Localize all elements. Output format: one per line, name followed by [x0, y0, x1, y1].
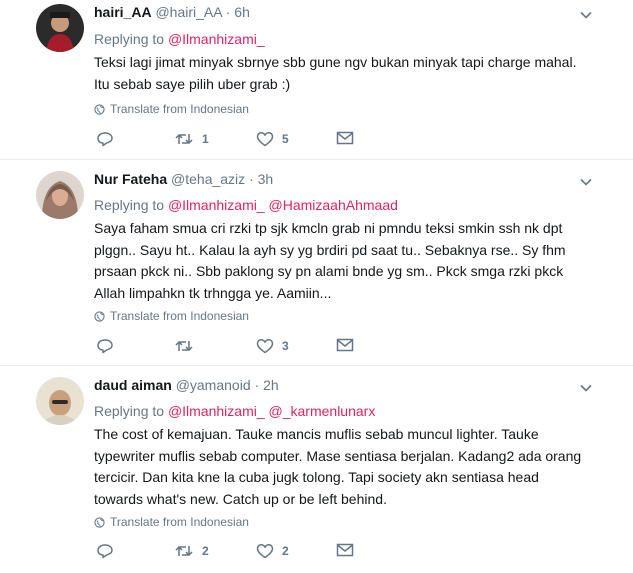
- message-button[interactable]: [336, 543, 354, 557]
- chevron-down-icon[interactable]: [579, 175, 593, 189]
- tweet[interactable]: Nur Fateha @teha_aziz · 3h Replying to @…: [0, 160, 633, 366]
- translate-label: Translate from Indonesian: [110, 102, 249, 116]
- display-name[interactable]: daud aiman: [94, 377, 172, 393]
- tweet-text-line: Teksi lagi jimat minyak sbrnye sbb gune …: [94, 54, 577, 70]
- tweet[interactable]: daud aiman @yamanoid · 2h Replying to @I…: [0, 366, 633, 573]
- reply-button[interactable]: [96, 131, 122, 147]
- translate-label: Translate from Indonesian: [110, 515, 249, 529]
- tweet-actions: 2 2: [96, 543, 376, 563]
- retweet-icon: [175, 341, 193, 351]
- reply-button[interactable]: [96, 543, 122, 559]
- mention-link[interactable]: @Ilmanhizami_: [168, 197, 265, 213]
- message-icon: [336, 131, 354, 145]
- tweet-text: The cost of kemajuan. Tauke mancis mufli…: [94, 424, 614, 510]
- replying-to: Replying to @Ilmanhizami_ @HamizaahAhmaa…: [94, 197, 398, 213]
- mention-link[interactable]: @_karmenlunarx: [269, 403, 376, 419]
- display-name[interactable]: hairi_AA: [94, 4, 152, 20]
- retweet-icon: [175, 134, 193, 144]
- like-button[interactable]: 3: [256, 338, 289, 354]
- mention-link[interactable]: @Ilmanhizami_: [168, 403, 265, 419]
- replying-label: Replying to: [94, 403, 165, 419]
- tweet-text-line: Saya faham smua cri rzki tp sjk kmcln gr…: [94, 220, 563, 236]
- replying-label: Replying to: [94, 197, 165, 213]
- user-handle[interactable]: @teha_aziz: [171, 171, 245, 187]
- user-handle[interactable]: @yamanoid: [176, 377, 251, 393]
- separator: ·: [254, 377, 260, 393]
- tweet-text-line: Itu sebab saye pilih uber grab :): [94, 75, 291, 92]
- reply-icon: [97, 339, 113, 354]
- like-count: 3: [282, 339, 289, 353]
- message-button[interactable]: [336, 131, 354, 145]
- tweet-text: Teksi lagi jimat minyak sbrnye sbb gune …: [94, 52, 614, 95]
- avatar[interactable]: [36, 377, 84, 425]
- avatar[interactable]: [36, 4, 84, 52]
- translate-link[interactable]: Translate from Indonesian: [94, 102, 249, 116]
- tweet-header: hairi_AA @hairi_AA · 6h: [94, 4, 250, 20]
- timestamp[interactable]: 2h: [263, 377, 279, 393]
- like-icon: [256, 544, 274, 559]
- message-icon: [336, 338, 354, 352]
- timestamp[interactable]: 6h: [234, 4, 250, 20]
- like-count: 2: [282, 544, 289, 558]
- reply-icon: [97, 132, 113, 147]
- like-button[interactable]: 2: [256, 543, 289, 559]
- replying-to: Replying to @Ilmanhizami_ @_karmenlunarx: [94, 403, 375, 419]
- tweet-text-line: towards what's new. Catch up or be left …: [94, 490, 387, 507]
- timestamp[interactable]: 3h: [258, 171, 274, 187]
- separator: ·: [249, 171, 254, 187]
- replying-to: Replying to @Ilmanhizami_: [94, 31, 265, 47]
- mention-link[interactable]: @HamizaahAhmaad: [269, 197, 398, 213]
- retweet-count: 2: [202, 544, 209, 558]
- retweet-icon: [175, 546, 193, 556]
- globe-icon: [94, 310, 105, 322]
- translate-link[interactable]: Translate from Indonesian: [94, 515, 249, 529]
- tweet-header: daud aiman @yamanoid · 2h: [94, 377, 279, 393]
- avatar[interactable]: [36, 171, 84, 219]
- tweet-text-line: plggn.. Sayu ht.. Kalau la ayh sy yg brd…: [94, 241, 566, 258]
- reply-icon: [97, 544, 113, 559]
- tweet-actions: 3: [96, 338, 376, 358]
- replying-label: Replying to: [94, 31, 165, 47]
- tweet-text-line: typewriter muflis sebab computer. Mase s…: [94, 447, 582, 464]
- like-count: 5: [282, 132, 289, 146]
- retweet-button[interactable]: 1: [174, 131, 209, 147]
- chevron-down-icon[interactable]: [579, 381, 593, 395]
- chevron-down-icon[interactable]: [579, 8, 593, 22]
- tweet-text-line: The cost of kemajuan. Tauke mancis mufli…: [94, 426, 539, 442]
- retweet-button[interactable]: 2: [174, 543, 209, 559]
- translate-link[interactable]: Translate from Indonesian: [94, 309, 249, 323]
- translate-label: Translate from Indonesian: [110, 309, 249, 323]
- tweet-text-line: prsaan pkck ni.. Sbb paklong sy pn alami…: [94, 263, 564, 279]
- globe-icon: [94, 103, 105, 115]
- tweet[interactable]: hairi_AA @hairi_AA · 6h Replying to @Ilm…: [0, 0, 633, 160]
- globe-icon: [94, 516, 105, 528]
- like-button[interactable]: 5: [256, 131, 289, 147]
- display-name[interactable]: Nur Fateha: [94, 171, 167, 187]
- tweet-text-line: tercicir. Dan kita kne la cuba jugk tolo…: [94, 469, 539, 485]
- reply-button[interactable]: [96, 338, 122, 354]
- like-icon: [256, 339, 274, 354]
- tweet-text-line: Allah limpahkn tk trhngga ye. Aamiin...: [94, 284, 332, 301]
- tweet-text: Saya faham smua cri rzki tp sjk kmcln gr…: [94, 218, 614, 304]
- tweet-actions: 1 5: [96, 131, 376, 151]
- like-icon: [256, 132, 274, 147]
- message-icon: [336, 543, 354, 557]
- message-button[interactable]: [336, 338, 354, 352]
- retweet-button[interactable]: [174, 338, 202, 354]
- retweet-count: 1: [202, 132, 209, 146]
- mention-link[interactable]: @Ilmanhizami_: [168, 31, 265, 47]
- separator: ·: [225, 4, 231, 20]
- user-handle[interactable]: @hairi_AA: [155, 4, 221, 20]
- tweet-header: Nur Fateha @teha_aziz · 3h: [94, 171, 273, 187]
